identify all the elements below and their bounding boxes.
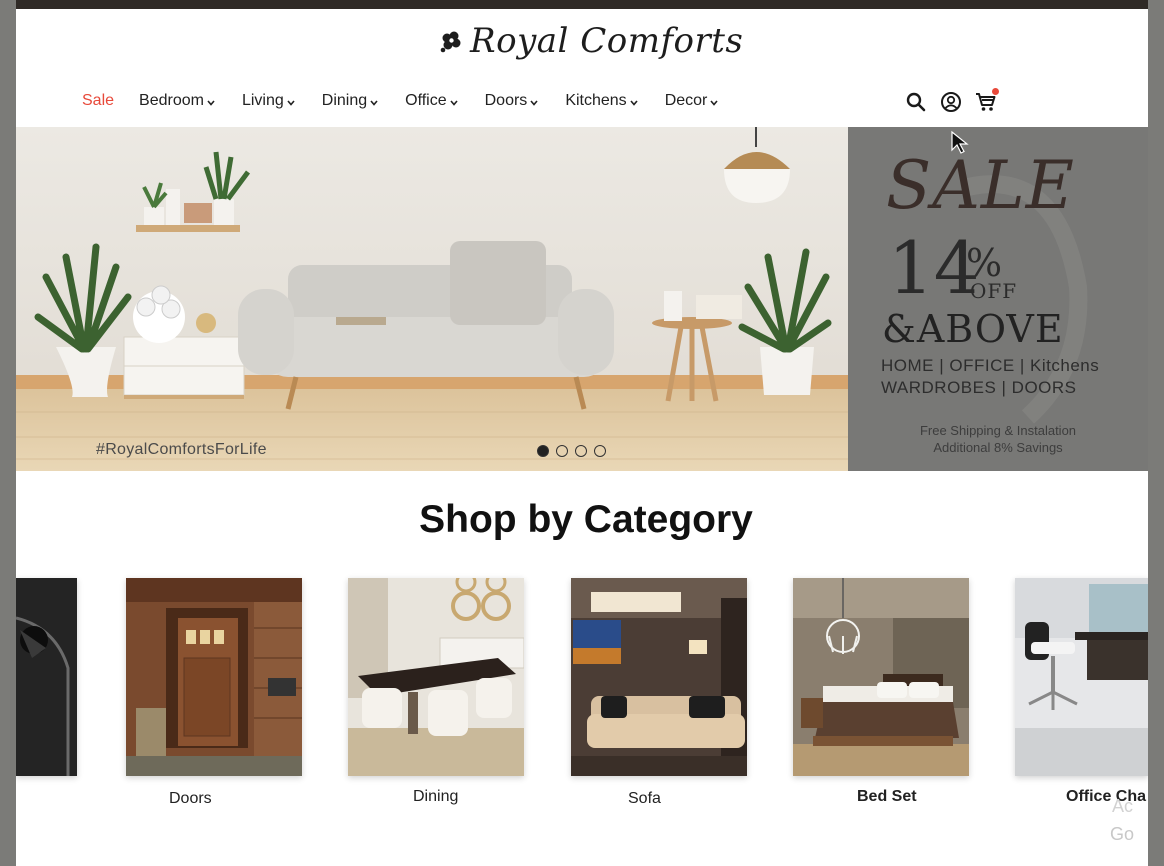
nav-item-dining[interactable]: Dining <box>322 92 379 110</box>
nav-item-bedroom[interactable]: Bedroom <box>139 92 216 110</box>
chevron-down-icon <box>450 99 458 106</box>
carousel-dot[interactable] <box>537 445 549 457</box>
category-card-dining[interactable] <box>348 578 524 776</box>
search-icon[interactable] <box>905 91 927 113</box>
bed-set-image <box>793 578 969 776</box>
category-label-bed-set[interactable]: Bed Set <box>857 788 917 806</box>
promo-title: SALE <box>886 147 1075 224</box>
chevron-down-icon <box>710 99 718 106</box>
nav-item-office[interactable]: Office <box>405 92 459 110</box>
office-chair-image <box>1015 578 1148 776</box>
nav-item-sale[interactable]: Sale <box>82 92 114 110</box>
chevron-down-icon <box>287 99 295 106</box>
chevron-down-icon <box>630 99 638 106</box>
cart-button[interactable] <box>975 88 999 113</box>
chevron-down-icon <box>370 99 378 106</box>
header-actions <box>905 88 999 113</box>
carousel-dot[interactable] <box>594 445 606 457</box>
promo-off: OFF <box>970 279 1018 303</box>
activation-watermark: Go <box>1110 824 1135 844</box>
carousel-dot[interactable] <box>556 445 568 457</box>
nav-item-decor[interactable]: Decor <box>665 92 720 110</box>
category-label-office-chair[interactable]: Office Cha <box>1066 788 1146 806</box>
activation-watermark: Ac <box>1112 796 1134 816</box>
nav-label: Dining <box>321 92 368 109</box>
brand-logo[interactable]: Royal Comforts <box>436 16 743 66</box>
flower-logo-icon <box>440 31 461 53</box>
category-label-dining[interactable]: Dining <box>413 788 458 806</box>
brand-name: Royal Comforts <box>470 21 744 61</box>
chevron-down-icon <box>530 99 538 106</box>
chevron-down-icon <box>207 99 215 106</box>
nav-label: Doors <box>484 92 528 109</box>
main-nav: Sale Bedroom Living Dining Office Doors … <box>82 92 719 110</box>
cart-badge <box>992 88 999 95</box>
sofa-image <box>571 578 747 776</box>
category-card-bed-set[interactable] <box>793 578 969 776</box>
page: Royal Comforts Sale Bedroom Living Dinin… <box>16 0 1148 866</box>
hero-hashtag: #RoyalComfortsForLife <box>96 441 267 458</box>
category-card-sofa[interactable] <box>571 578 747 776</box>
section-heading: Shop by Category <box>419 498 753 541</box>
mouse-cursor-icon <box>951 130 969 154</box>
nav-label: Bedroom <box>139 92 204 109</box>
promo-shipping: Free Shipping & Instalation <box>919 423 1077 438</box>
account-icon[interactable] <box>940 91 962 113</box>
dining-image <box>348 578 524 776</box>
promo-above: &ABOVE <box>882 307 1064 351</box>
carousel-indicators <box>537 445 606 457</box>
nav-label: Living <box>241 92 284 109</box>
category-card-office-chair[interactable] <box>1015 578 1148 776</box>
living-room-hero-image <box>16 127 848 471</box>
category-label-sofa[interactable]: Sofa <box>628 790 661 808</box>
nav-item-kitchens[interactable]: Kitchens <box>565 92 638 110</box>
promo-categories: HOME | OFFICE | Kitchens <box>881 356 1100 375</box>
promo-savings: Additional 8% Savings <box>933 440 1063 455</box>
promo-categories: WARDROBES | DOORS <box>881 378 1077 397</box>
category-card-doors[interactable] <box>126 578 302 776</box>
carousel-dot[interactable] <box>575 445 587 457</box>
hero-carousel[interactable]: #RoyalComfortsForLife SALE 14 % OFF &ABO… <box>16 127 1148 471</box>
nav-item-living[interactable]: Living <box>242 92 296 110</box>
category-card-lamp[interactable] <box>16 578 77 776</box>
lamp-image <box>16 578 77 776</box>
top-bar <box>16 0 1148 9</box>
nav-label: Decor <box>664 92 708 109</box>
nav-label: Kitchens <box>565 92 627 109</box>
nav-label: Sale <box>82 92 115 109</box>
nav-label: Office <box>405 92 447 109</box>
doors-image <box>126 578 302 776</box>
nav-item-doors[interactable]: Doors <box>485 92 540 110</box>
sale-promo-panel[interactable]: SALE 14 % OFF &ABOVE HOME | OFFICE | Kit… <box>848 127 1148 471</box>
category-label-doors[interactable]: Doors <box>169 790 212 808</box>
